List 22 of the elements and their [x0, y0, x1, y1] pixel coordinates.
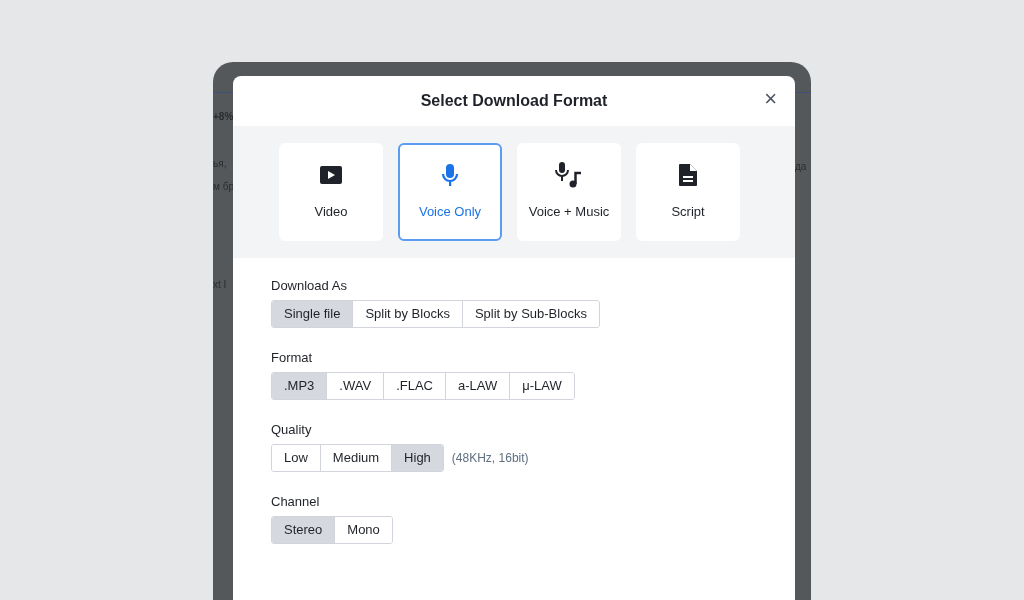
format-card[interactable]: Video — [279, 143, 383, 241]
segment-option[interactable]: Single file — [272, 301, 353, 327]
segment-option[interactable]: μ-LAW — [509, 373, 574, 399]
format-card[interactable]: Script — [636, 143, 740, 241]
microphone-icon — [441, 163, 459, 188]
group-label: Channel — [271, 493, 321, 511]
document-icon — [678, 163, 698, 188]
group-label: Download As — [271, 277, 348, 295]
close-button[interactable]: × — [764, 88, 777, 110]
segment-option[interactable]: Split by Sub-Blocks — [461, 301, 599, 327]
quality-note: (48KHz, 16bit) — [451, 450, 529, 467]
group-label: Format — [271, 349, 314, 367]
segment-option[interactable]: .MP3 — [272, 373, 327, 399]
segment-option[interactable]: Stereo — [272, 517, 335, 543]
format-card[interactable]: Voice + Music — [517, 143, 621, 241]
group-label: Quality — [271, 421, 313, 439]
segment-option[interactable]: Mono — [334, 517, 392, 543]
microphone-and-note-icon — [555, 162, 583, 189]
format-card[interactable]: Voice Only — [398, 143, 502, 241]
dialog-title: Select Download Format — [420, 91, 608, 111]
segment-option[interactable]: High — [391, 445, 443, 471]
play-icon — [319, 165, 343, 186]
